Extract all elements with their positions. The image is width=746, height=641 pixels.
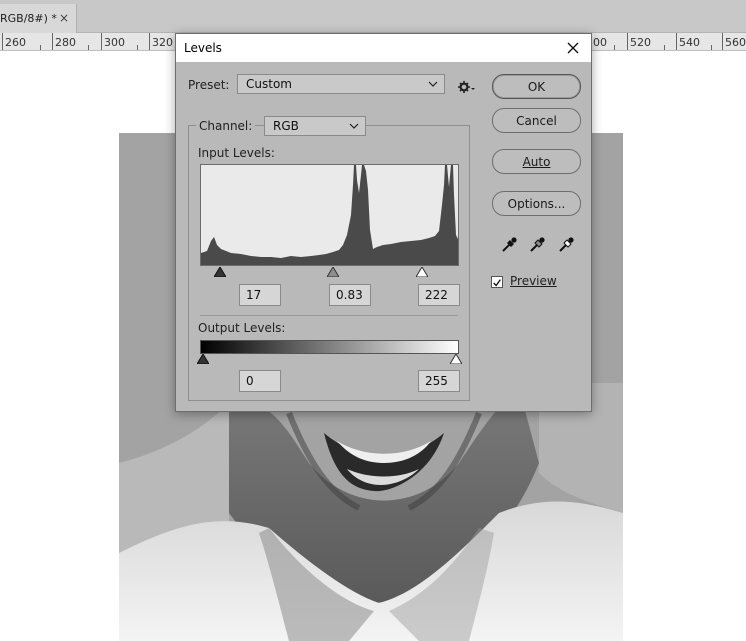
output-black-field[interactable]: 0	[239, 370, 281, 392]
white-point-eyedropper-icon[interactable]	[557, 236, 575, 254]
ruler-label: 260	[5, 36, 26, 49]
preset-label: Preset:	[188, 78, 230, 92]
auto-button[interactable]: Auto	[492, 149, 581, 174]
preset-value: Custom	[246, 77, 292, 91]
ruler-label: 280	[55, 36, 76, 49]
document-tab-title: RGB/8#) *	[0, 12, 57, 25]
input-white-field[interactable]: 222	[418, 284, 460, 306]
levels-dialog: Levels Preset: Custom OK Cancel Auto Opt…	[175, 33, 592, 412]
ok-button[interactable]: OK	[492, 74, 581, 99]
gear-icon[interactable]	[457, 79, 475, 95]
histogram	[200, 164, 459, 266]
section-divider	[200, 315, 458, 316]
chevron-down-icon	[428, 81, 438, 87]
cancel-button[interactable]: Cancel	[492, 108, 581, 133]
input-black-field[interactable]: 17	[239, 284, 281, 306]
histogram-graph	[201, 165, 458, 265]
ruler-label: 560	[725, 36, 746, 49]
output-white-field[interactable]: 255	[418, 370, 460, 392]
input-gamma-slider[interactable]	[327, 267, 339, 277]
preview-label: Preview	[510, 274, 557, 288]
preset-dropdown[interactable]: Custom	[237, 74, 445, 94]
black-point-eyedropper-icon[interactable]	[500, 236, 518, 254]
input-gamma-field[interactable]: 0.83	[329, 284, 371, 306]
ruler-label: 320	[152, 36, 173, 49]
output-gradient-bar	[200, 340, 459, 354]
channel-dropdown[interactable]: RGB	[264, 116, 366, 136]
input-white-slider[interactable]	[416, 267, 428, 277]
channel-value: RGB	[273, 119, 299, 133]
chevron-down-icon	[349, 123, 359, 129]
dialog-title: Levels	[184, 41, 222, 55]
document-tab-bar: RGB/8#) * ×	[0, 0, 746, 33]
input-black-slider[interactable]	[214, 267, 226, 277]
ruler-label: 520	[630, 36, 651, 49]
ruler-label: 540	[679, 36, 700, 49]
dialog-titlebar[interactable]: Levels	[176, 34, 591, 62]
options-button[interactable]: Options...	[492, 191, 581, 216]
preview-checkbox[interactable]	[491, 276, 503, 288]
output-black-slider[interactable]	[197, 354, 209, 364]
checkmark-icon	[493, 279, 501, 287]
output-white-slider[interactable]	[450, 354, 462, 364]
ruler-label: 300	[104, 36, 125, 49]
output-levels-label: Output Levels:	[198, 321, 286, 335]
close-icon[interactable]	[563, 38, 583, 58]
document-tab[interactable]: RGB/8#) * ×	[0, 4, 77, 33]
gray-point-eyedropper-icon[interactable]	[528, 236, 546, 254]
input-levels-label: Input Levels:	[198, 146, 275, 160]
close-tab-icon[interactable]: ×	[59, 11, 69, 25]
channel-label: Channel:	[196, 119, 256, 133]
